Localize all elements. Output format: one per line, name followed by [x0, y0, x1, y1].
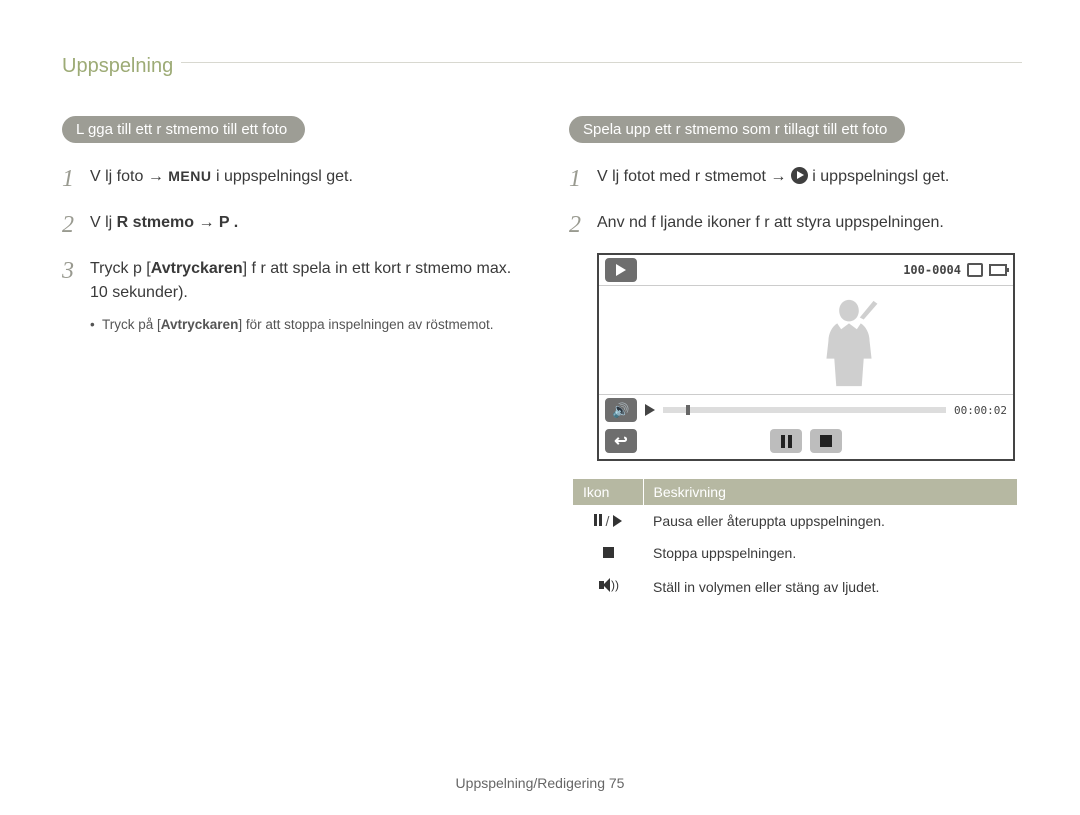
step-number: 1	[62, 161, 90, 197]
table-row: )) Ställ in volymen eller stäng av ljude…	[573, 569, 1017, 604]
stop-button-icon	[810, 429, 842, 453]
page-title: Uppspelning	[62, 55, 181, 78]
back-icon: ↩	[605, 429, 637, 453]
photo-silhouette-icon	[809, 292, 889, 390]
step-3-subnote: Tryck på [Avtryckaren] för att stoppa in…	[62, 315, 515, 335]
speaker-icon: ))	[599, 577, 617, 593]
step-2-text: V lj R stmemo → P .	[90, 207, 515, 235]
volume-icon: 🔊	[605, 398, 637, 422]
page-footer: Uppspelning/Redigering 75	[0, 775, 1080, 791]
menu-icon: MENU	[168, 168, 211, 184]
play-icon	[645, 404, 655, 416]
right-column: Spela upp ett r stmemo som r tillagt til…	[569, 116, 1022, 604]
step-1-text: V lj foto → MENU i uppspelningsl get.	[90, 161, 515, 189]
step-number: 2	[569, 207, 597, 243]
playback-mode-icon	[605, 258, 637, 282]
camera-lcd-preview: 100-0004 🔊 00:00:02 ↩	[597, 253, 1015, 461]
left-heading-pill: L gga till ett r stmemo till ett foto	[62, 116, 305, 143]
left-column: L gga till ett r stmemo till ett foto 1 …	[62, 116, 515, 604]
play-in-circle-icon	[791, 167, 808, 184]
right-heading-pill: Spela upp ett r stmemo som r tillagt til…	[569, 116, 905, 143]
file-counter: 100-0004	[903, 263, 961, 277]
icon-description-table: Ikon Beskrivning / Pausa eller återuppta…	[573, 479, 1017, 604]
table-row: / Pausa eller återuppta uppspelningen.	[573, 505, 1017, 537]
step-2-text: Anv nd f ljande ikoner f r att styra upp…	[597, 207, 1022, 235]
pause-button-icon	[770, 429, 802, 453]
progress-bar	[663, 407, 946, 413]
elapsed-time: 00:00:02	[954, 404, 1007, 417]
step-number: 3	[62, 253, 90, 289]
stop-icon	[603, 547, 614, 558]
table-header-desc: Beskrivning	[643, 479, 1017, 505]
step-number: 1	[569, 161, 597, 197]
battery-icon	[989, 264, 1007, 276]
play-icon	[613, 515, 622, 527]
table-header-icon: Ikon	[573, 479, 643, 505]
card-icon	[967, 263, 983, 277]
step-3-text: Tryck p [Avtryckaren] f r att spela in e…	[90, 253, 515, 305]
step-1-text: V lj fotot med r stmemot → i uppspelning…	[597, 161, 1022, 189]
step-number: 2	[62, 207, 90, 243]
pause-icon	[594, 514, 602, 526]
table-row: Stoppa uppspelningen.	[573, 537, 1017, 569]
